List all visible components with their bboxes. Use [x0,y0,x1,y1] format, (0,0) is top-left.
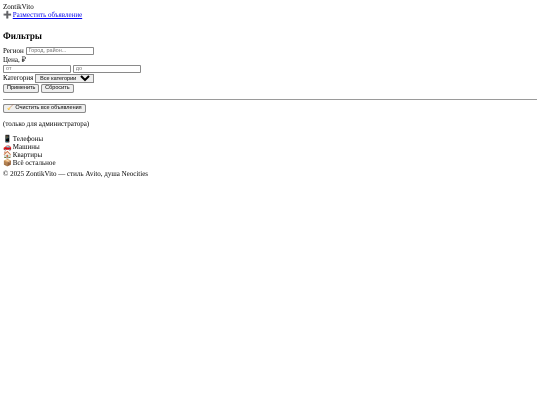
category-item-label: Всё остальное [12,158,56,167]
reset-button[interactable]: Сбросить [41,83,74,93]
footer: © 2025 ZontikVito — стиль Avito, душа Ne… [3,169,149,178]
post-ad-row: ➕ Разместить объявление [3,11,537,19]
price-to-input[interactable] [72,64,141,73]
region-label: Регион [3,47,24,55]
clear-all-button[interactable]: 🧹 Очистить все объявления [3,103,86,113]
price-label: Цена, ₽ [3,56,26,65]
broom-icon: 🧹 [7,104,14,111]
category-item-label: Машины [12,142,40,151]
region-input[interactable] [25,47,94,56]
house-icon: 🏠 [3,150,12,159]
category-label: Категория [3,73,34,82]
post-ad-link[interactable]: Разместить объявление [13,11,82,19]
category-select[interactable]: Все категории [35,73,95,83]
page: ZontikVito ➕ Разместить объявление Фильт… [0,0,540,178]
category-item-phones[interactable]: 📱 Телефоны [3,135,537,143]
phone-icon: 📱 [3,134,12,143]
price-row [3,64,537,73]
category-item-apartments[interactable]: 🏠 Квартиры [3,151,537,159]
category-list: 📱 Телефоны 🚗 Машины 🏠 Квартиры 📦 Всё ост… [3,135,537,167]
site-name: ZontikVito [3,3,34,11]
category-item-cars[interactable]: 🚗 Машины [3,143,537,151]
heavy-plus-icon: ➕ [3,11,12,19]
clear-all-label: Очистить все объявления [15,104,82,111]
package-icon: 📦 [3,158,12,167]
filter-actions: Применить Сбросить [3,83,537,93]
admin-note: (только для администратора) [3,119,90,128]
category-row: Категория Все категории [3,73,537,83]
admin-actions: 🧹 Очистить все объявления [3,103,537,113]
category-item-other[interactable]: 📦 Всё остальное [3,159,537,167]
apply-button[interactable]: Применить [3,83,40,93]
region-row: Регион [3,47,537,56]
category-item-label: Телефоны [12,134,44,143]
category-item-label: Квартиры [12,150,43,159]
divider [3,98,537,100]
filters-title: Фильтры [3,31,42,41]
price-from-input[interactable] [3,64,71,73]
car-icon: 🚗 [3,142,12,151]
